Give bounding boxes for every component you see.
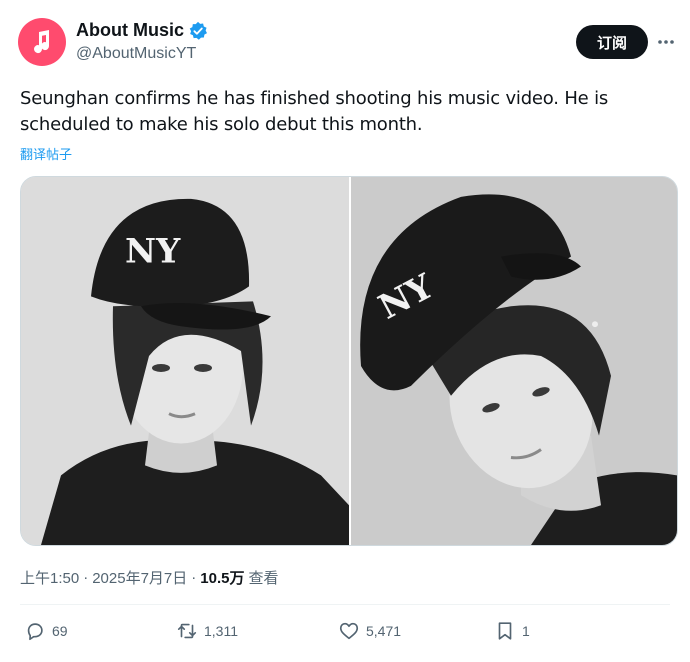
tweet-time[interactable]: 上午1:50 bbox=[20, 567, 79, 588]
verified-badge-icon bbox=[188, 21, 208, 41]
bookmark-icon bbox=[498, 622, 512, 640]
reply-count: 69 bbox=[52, 623, 68, 639]
author-name[interactable]: About Music bbox=[76, 20, 184, 41]
more-icon[interactable] bbox=[652, 28, 680, 56]
heart-icon bbox=[339, 622, 359, 640]
reply-button[interactable]: 69 bbox=[24, 620, 68, 642]
photo-left[interactable]: NY bbox=[21, 177, 349, 545]
meta-separator: · bbox=[83, 569, 89, 586]
meta-separator: · bbox=[191, 569, 197, 586]
retweet-button[interactable]: 1,311 bbox=[176, 620, 238, 642]
translate-post-link[interactable]: 翻译帖子 bbox=[20, 144, 72, 163]
views-count: 10.5万 bbox=[200, 570, 245, 587]
reply-icon bbox=[27, 623, 43, 641]
subscribe-button[interactable]: 订阅 bbox=[576, 25, 648, 59]
bookmark-button[interactable]: 1 bbox=[494, 620, 530, 642]
like-button[interactable]: 5,471 bbox=[338, 620, 401, 642]
like-count: 5,471 bbox=[366, 623, 402, 639]
action-bar: 69 1,311 5,471 1 bbox=[20, 620, 680, 656]
tweet-header: About Music @AboutMusicYT 订阅 bbox=[18, 14, 678, 70]
media-grid: NY NY bbox=[20, 176, 678, 546]
author-handle[interactable]: @AboutMusicYT bbox=[76, 45, 196, 63]
photo-right[interactable]: NY bbox=[351, 177, 677, 545]
tweet-text-line: scheduled to make his solo debut this mo… bbox=[20, 114, 423, 135]
tweet-meta: 上午1:50 · 2025年7月7日 · 10.5万 查看 bbox=[20, 567, 278, 588]
music-note-icon bbox=[34, 30, 50, 54]
divider bbox=[20, 604, 670, 605]
avatar[interactable] bbox=[18, 18, 66, 66]
retweet-icon bbox=[177, 623, 197, 639]
tweet-text: Seunghan confirms he has finished shooti… bbox=[20, 86, 670, 138]
bookmark-count: 1 bbox=[522, 623, 530, 639]
tweet-text-line: Seunghan confirms he has finished shooti… bbox=[20, 88, 609, 109]
tweet-date[interactable]: 2025年7月7日 bbox=[92, 567, 187, 588]
retweet-count: 1,311 bbox=[204, 623, 238, 639]
author-name-row: About Music bbox=[76, 20, 208, 41]
svg-text:NY: NY bbox=[125, 231, 181, 271]
views-label: 查看 bbox=[248, 570, 279, 587]
